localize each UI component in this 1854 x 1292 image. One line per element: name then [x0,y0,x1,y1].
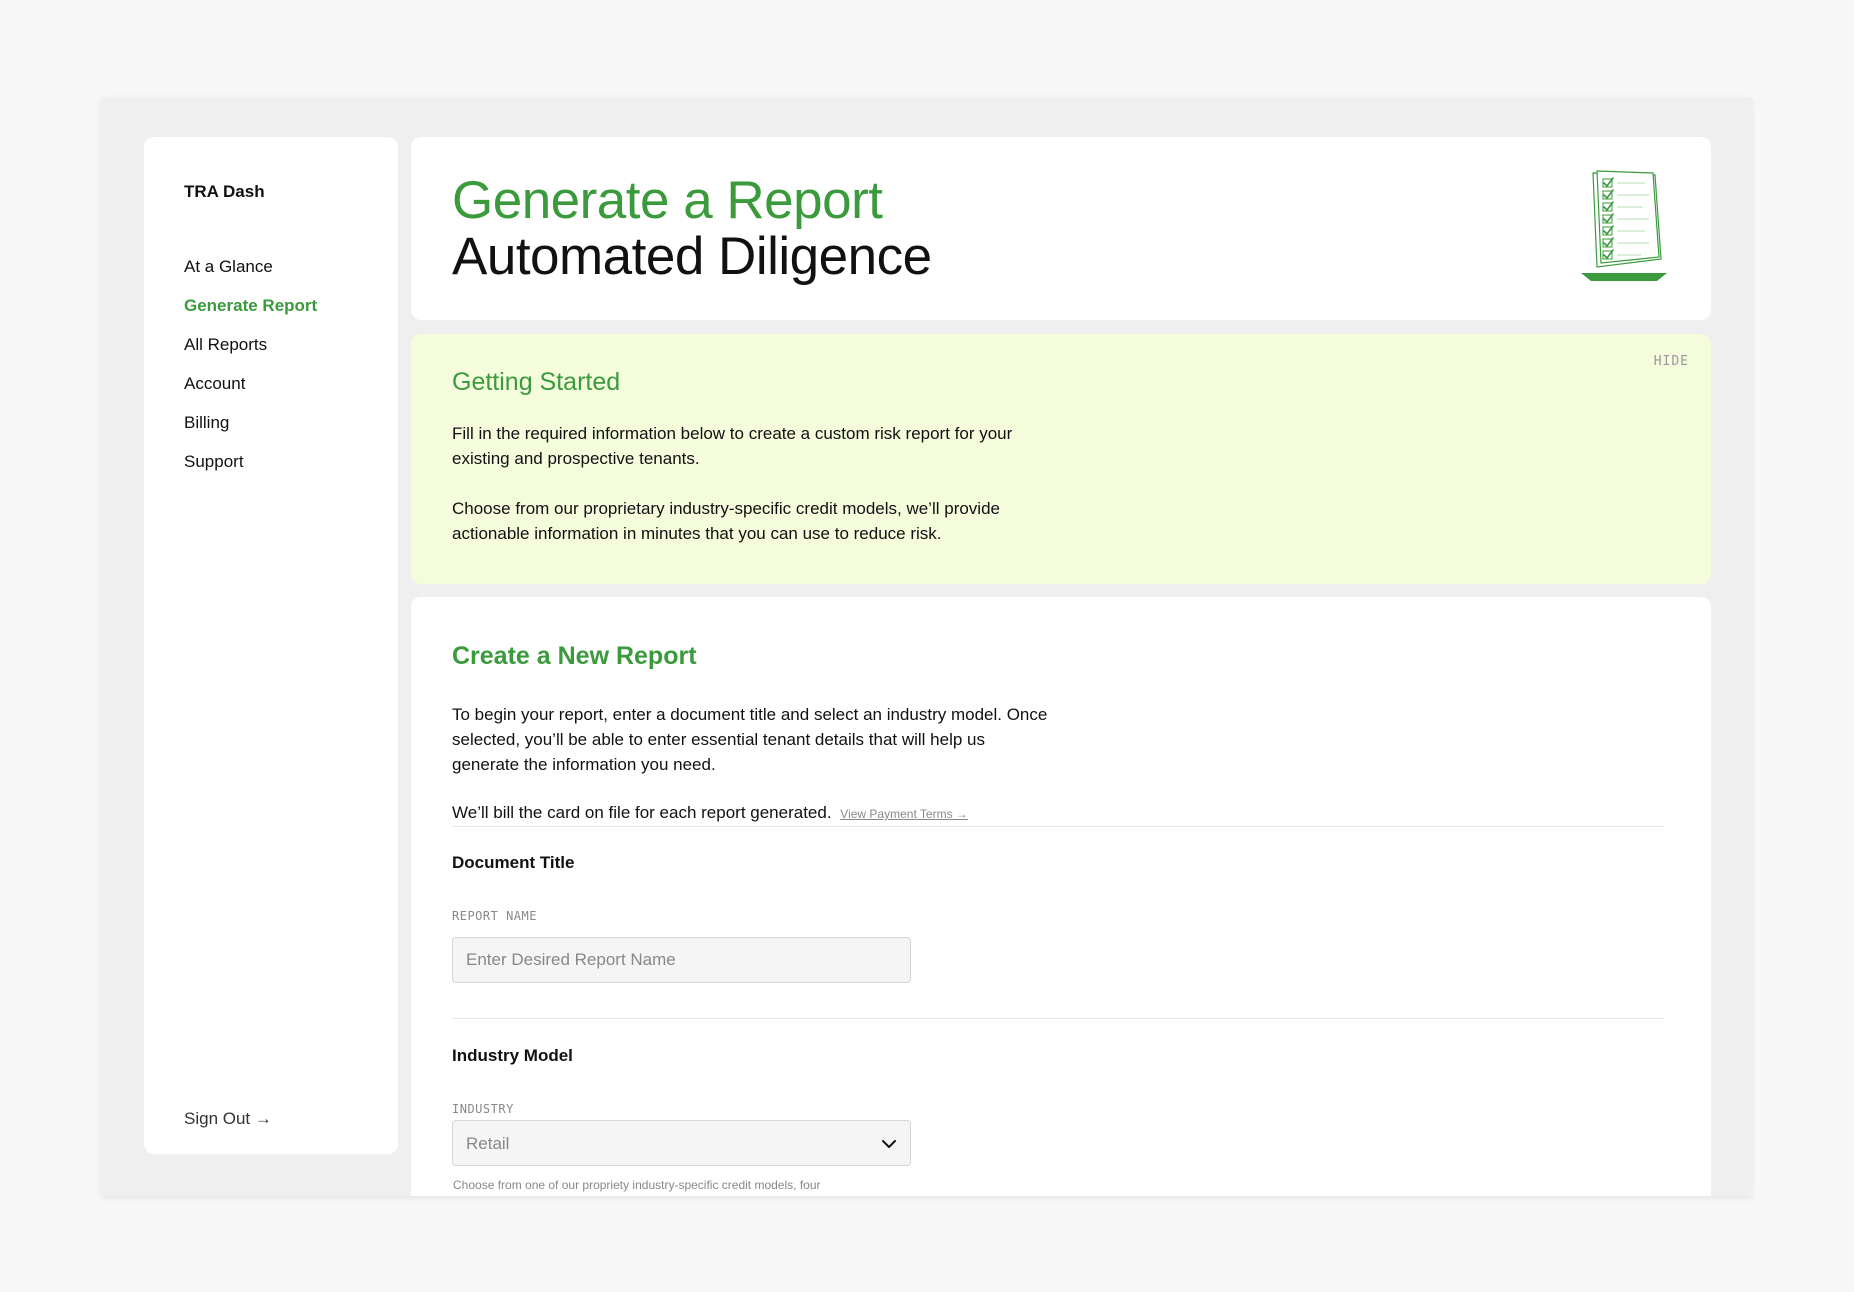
create-report-title: Create a New Report [452,642,697,670]
industry-select[interactable]: Retail [452,1120,911,1166]
sidebar-item-generate-report[interactable]: Generate Report [184,295,317,334]
industry-model-section-label: Industry Model [452,1046,573,1065]
page-title: Generate a Report [452,171,883,230]
getting-started-title: Getting Started [452,368,621,396]
checklist-document-icon [1581,170,1667,281]
getting-started-banner: Getting Started HIDE Fill in the require… [411,334,1711,584]
create-report-intro: To begin your report, enter a document t… [452,705,1048,774]
document-title-section-label: Document Title [452,853,575,872]
view-payment-terms-link[interactable]: View Payment Terms → [840,807,968,821]
sidebar-item-at-a-glance[interactable]: At a Glance [184,256,317,295]
sidebar-nav: At a Glance Generate Report All Reports … [184,256,317,490]
sign-out-link[interactable]: Sign Out → [184,1109,272,1129]
industry-field-label: INDUSTRY [452,1102,514,1116]
sidebar-item-account[interactable]: Account [184,373,317,412]
getting-started-paragraph-2: Choose from our proprietary industry-spe… [452,499,1000,543]
app-window: TRA Dash At a Glance Generate Report All… [101,97,1752,1196]
industry-help-text: Choose from one of our propriety industr… [453,1178,821,1192]
sidebar: TRA Dash At a Glance Generate Report All… [144,137,398,1154]
divider [452,826,1664,827]
sidebar-item-support[interactable]: Support [184,451,317,490]
report-name-input[interactable] [452,937,911,983]
sidebar-item-all-reports[interactable]: All Reports [184,334,317,373]
hide-banner-button[interactable]: HIDE [1654,354,1689,369]
industry-select-value: Retail [466,1134,510,1153]
getting-started-paragraph-1: Fill in the required information below t… [452,424,1013,468]
divider [452,1018,1664,1019]
page-subtitle: Automated Diligence [452,227,932,286]
billing-note: We’ll bill the card on file for each rep… [452,803,968,823]
create-report-card: Create a New Report To begin your report… [411,597,1711,1196]
chevron-down-icon [882,1140,896,1148]
brand-name: TRA Dash [184,182,265,201]
page-header-card: Generate a Report Automated Diligence [411,137,1711,320]
sidebar-item-billing[interactable]: Billing [184,412,317,451]
billing-note-text: We’ll bill the card on file for each rep… [452,803,832,822]
report-name-field-label: REPORT NAME [452,909,537,923]
